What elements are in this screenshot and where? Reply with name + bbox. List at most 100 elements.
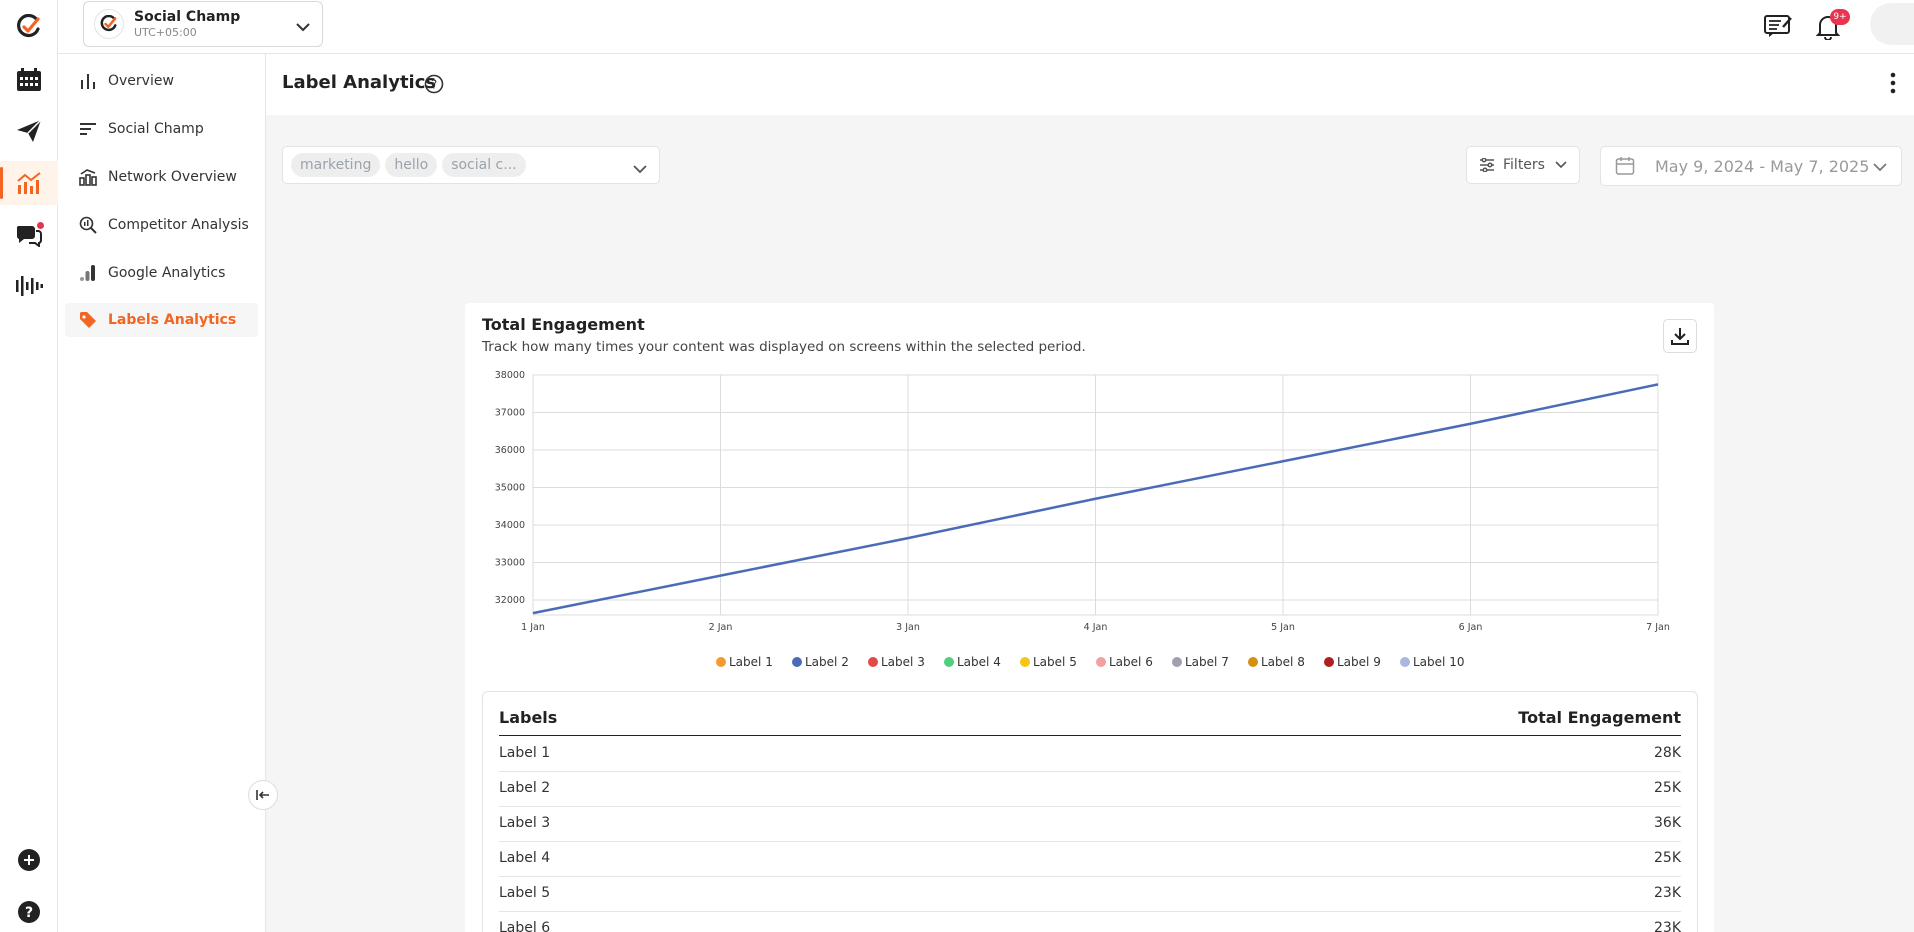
analytics-sidebar: Overview Social Champ Network Overview C… <box>58 54 266 932</box>
legend-label: Label 7 <box>1185 655 1229 669</box>
legend-label: Label 9 <box>1337 655 1381 669</box>
row-value: 28K <box>1654 745 1681 761</box>
filters-label: Filters <box>1503 157 1545 173</box>
legend-label: Label 6 <box>1109 655 1153 669</box>
workspace-name: Social Champ <box>134 8 241 25</box>
y-tick-label: 38000 <box>495 370 525 381</box>
legend-label: Label 8 <box>1261 655 1305 669</box>
legend-swatch <box>1096 657 1106 667</box>
date-range-value: May 9, 2024 - May 7, 2025 <box>1655 156 1870 176</box>
x-tick-label: 3 Jan <box>896 622 920 633</box>
sidebar-item-label: Competitor Analysis <box>108 217 249 233</box>
legend-swatch <box>792 657 802 667</box>
svg-text:?: ? <box>25 905 33 921</box>
legend-swatch <box>716 657 726 667</box>
building-chart-icon <box>78 167 98 187</box>
table-row: Label 4 25K <box>499 842 1681 877</box>
label-chip[interactable]: social c... <box>442 153 526 177</box>
legend-swatch <box>868 657 878 667</box>
y-tick-label: 37000 <box>495 408 525 419</box>
sidebar-item-overview[interactable]: Overview <box>65 64 258 98</box>
row-label: Label 2 <box>499 780 551 796</box>
legend-label: Label 2 <box>805 655 849 669</box>
row-label: Label 4 <box>499 850 551 866</box>
y-tick-label: 33000 <box>495 558 525 569</box>
x-tick-label: 4 Jan <box>1084 622 1108 633</box>
table-row: Label 2 25K <box>499 772 1681 807</box>
y-tick-label: 36000 <box>495 445 525 456</box>
table-row: Label 6 23K <box>499 912 1681 932</box>
collapse-sidebar-button[interactable] <box>248 780 278 810</box>
calendar-icon[interactable] <box>0 58 58 102</box>
horizontal-bars-icon <box>78 119 98 139</box>
question-circle-icon[interactable]: ? <box>424 74 444 98</box>
legend-label: Label 1 <box>729 655 773 669</box>
page-title: Label Analytics <box>282 72 437 93</box>
bar-chart-icon <box>78 71 98 91</box>
row-label: Label 6 <box>499 920 551 932</box>
row-value: 23K <box>1654 885 1681 901</box>
more-vertical-icon[interactable] <box>1890 72 1896 98</box>
legend-swatch <box>1324 657 1334 667</box>
sidebar-item-social-champ[interactable]: Social Champ <box>65 112 258 146</box>
total-engagement-card: Total Engagement Track how many times yo… <box>465 303 1714 932</box>
row-label: Label 5 <box>499 885 551 901</box>
icon-rail: ? <box>0 0 58 932</box>
workspace-timezone: UTC+05:00 <box>134 25 197 39</box>
inbox-chat-icon[interactable] <box>0 212 58 256</box>
table-row: Label 1 28K <box>499 737 1681 772</box>
help-icon[interactable]: ? <box>0 890 58 932</box>
chevron-down-icon <box>1555 161 1567 169</box>
legend-swatch <box>1400 657 1410 667</box>
workspace-logo-icon <box>94 9 124 39</box>
y-tick-label: 34000 <box>495 520 525 531</box>
legend-label: Label 3 <box>881 655 925 669</box>
svg-text:?: ? <box>431 78 437 92</box>
workspace-selector[interactable]: Social Champ UTC+05:00 <box>83 1 323 47</box>
send-icon[interactable] <box>0 109 58 153</box>
tag-icon <box>78 310 98 330</box>
row-value: 23K <box>1654 920 1681 932</box>
x-tick-label: 7 Jan <box>1646 622 1670 633</box>
table-header: Labels Total Engagement <box>499 706 1681 736</box>
filters-button[interactable]: Filters <box>1466 146 1580 184</box>
unread-dot <box>37 222 44 229</box>
notification-badge: 9+ <box>1830 9 1850 25</box>
legend-swatch <box>944 657 954 667</box>
legend-swatch <box>1020 657 1030 667</box>
avatar[interactable] <box>1870 3 1914 45</box>
page-header: Label Analytics ? <box>266 54 1914 115</box>
legend-label: Label 4 <box>957 655 1001 669</box>
label-chip[interactable]: marketing <box>291 153 381 177</box>
labels-table: Labels Total Engagement Label 1 28K Labe… <box>482 691 1698 932</box>
row-label: Label 3 <box>499 815 551 831</box>
label-chip[interactable]: hello <box>385 153 438 177</box>
add-icon[interactable] <box>0 838 58 882</box>
row-value: 36K <box>1654 815 1681 831</box>
label-multiselect[interactable]: marketing hello social c... <box>282 146 660 184</box>
chevron-down-icon <box>1873 162 1887 172</box>
google-analytics-icon <box>78 263 98 283</box>
chevron-down-icon <box>633 159 647 178</box>
feedback-icon[interactable] <box>1764 14 1792 42</box>
date-range-picker[interactable]: May 9, 2024 - May 7, 2025 <box>1600 146 1902 186</box>
sidebar-item-network-overview[interactable]: Network Overview <box>65 160 258 194</box>
analytics-icon[interactable] <box>0 161 58 205</box>
x-tick-label: 1 Jan <box>521 622 545 633</box>
sidebar-item-competitor-analysis[interactable]: Competitor Analysis <box>65 208 258 242</box>
social-champ-logo-icon[interactable] <box>0 5 58 49</box>
sidebar-item-label: Social Champ <box>108 121 204 137</box>
sidebar-item-label: Network Overview <box>108 169 237 185</box>
top-bar: Social Champ UTC+05:00 9+ <box>58 0 1914 54</box>
sidebar-item-google-analytics[interactable]: Google Analytics <box>65 256 258 290</box>
sidebar-item-label: Labels Analytics <box>108 312 237 328</box>
legend-label: Label 5 <box>1033 655 1077 669</box>
audio-wave-icon[interactable] <box>0 264 58 308</box>
sidebar-item-label: Overview <box>108 73 174 89</box>
legend-label: Label 10 <box>1413 655 1464 669</box>
legend-swatch <box>1248 657 1258 667</box>
sidebar-item-labels-analytics[interactable]: Labels Analytics <box>65 303 258 337</box>
x-tick-label: 6 Jan <box>1459 622 1483 633</box>
collapse-left-icon <box>256 786 270 805</box>
magnifier-chart-icon <box>78 215 98 235</box>
